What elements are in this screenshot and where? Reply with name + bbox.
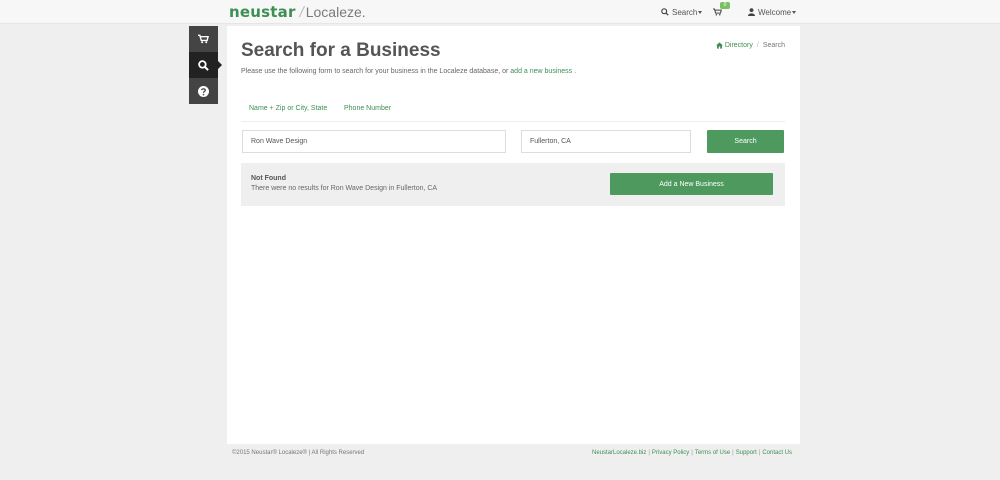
logo-slash: / [299, 4, 304, 21]
tab-name-zip-city-state[interactable]: Name + Zip or City, State [249, 105, 327, 112]
tab-phone-number[interactable]: Phone Number [344, 105, 391, 112]
location-input[interactable]: Fullerton, CA [521, 130, 691, 153]
nav-welcome-dropdown[interactable]: Welcome [748, 0, 797, 24]
neustar-localeze-logo[interactable]: neustar / Localeze. [229, 3, 366, 21]
cart-count-badge: 0 [720, 2, 730, 9]
sidebar-item-cart[interactable] [189, 26, 218, 52]
search-icon [198, 59, 209, 71]
search-button[interactable]: Search [707, 130, 784, 153]
breadcrumb-directory-link[interactable]: Directory [725, 42, 753, 49]
cart-icon [713, 8, 722, 16]
footer-divider: | [732, 450, 734, 456]
home-icon [715, 42, 723, 49]
sidebar [189, 26, 222, 104]
business-name-input[interactable]: Ron Wave Design [242, 130, 506, 153]
result-title: Not Found [251, 175, 286, 182]
footer-divider: | [648, 450, 650, 456]
logo-brand-text: neustar [229, 3, 296, 21]
footer-link-support[interactable]: Support [736, 450, 757, 456]
result-message: There were no results for Ron Wave Desig… [251, 185, 438, 192]
add-new-business-link[interactable]: add a new business [510, 68, 572, 75]
intro-text-body: Please use the following form to search … [241, 68, 509, 75]
footer-divider: | [691, 450, 693, 456]
breadcrumb-separator: / [756, 42, 759, 49]
nav-search-dropdown[interactable]: Search [661, 0, 703, 24]
page-title: Search for a Business [241, 40, 441, 61]
help-icon [198, 85, 209, 97]
main-panel: Search for a Business Directory / Search… [227, 26, 800, 444]
nav-welcome-label: Welcome [758, 7, 792, 17]
footer-copyright: ©2015 Neustar® Localeze® | All Rights Re… [232, 450, 365, 456]
footer-link-neustarlocaleze[interactable]: NeustarLocaleze.biz [592, 450, 646, 456]
breadcrumb-current: Search [762, 42, 785, 49]
nav-search-label: Search [672, 7, 698, 17]
intro-text: Please use the following form to search … [241, 68, 576, 75]
footer-links: NeustarLocaleze.biz | Privacy Policy | Terms… [592, 450, 792, 456]
footer-link-privacy-policy[interactable]: Privacy Policy [652, 450, 689, 456]
search-tabs: Name + Zip or City, State Phone Number [241, 102, 785, 122]
sidebar-item-search[interactable] [189, 52, 222, 78]
intro-text-end: . [574, 68, 577, 75]
footer-link-contact-us[interactable]: Contact Us [762, 450, 792, 456]
top-navbar: neustar / Localeze. Search 0 Welcome [0, 0, 1000, 24]
cart-icon [198, 34, 209, 44]
logo-sub-brand-text: Localeze. [305, 4, 366, 20]
add-new-business-button[interactable]: Add a New Business [610, 173, 773, 195]
chevron-down-icon [698, 10, 703, 14]
nav-cart-button[interactable]: 0 [713, 0, 730, 24]
search-icon [661, 8, 669, 16]
footer-link-terms-of-use[interactable]: Terms of Use [695, 450, 730, 456]
sidebar-item-help[interactable] [189, 78, 218, 104]
breadcrumb: Directory / Search [715, 42, 785, 49]
chevron-down-icon [792, 10, 797, 14]
footer-divider: | [758, 450, 761, 456]
search-result-box: Not Found There were no results for Ron … [241, 163, 785, 206]
user-icon [748, 8, 755, 16]
